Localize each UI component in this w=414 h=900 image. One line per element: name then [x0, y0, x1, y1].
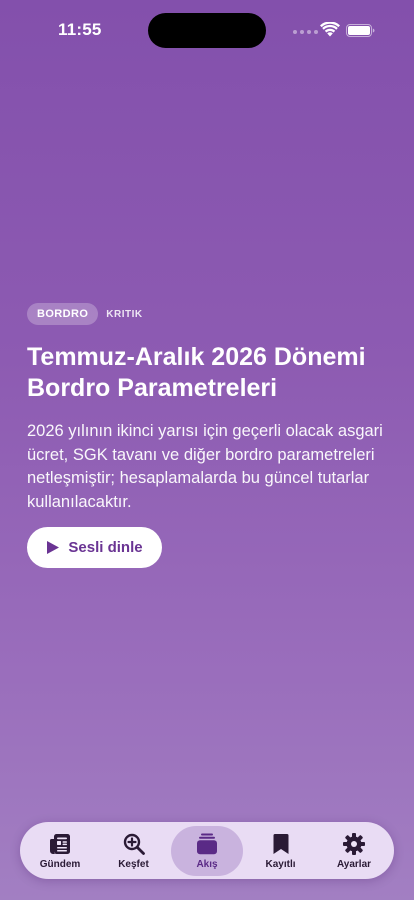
- tab-kesfet[interactable]: Keşfet: [98, 826, 170, 876]
- article-title: Temmuz-Aralık 2026 Dönemi Bordro Paramet…: [27, 343, 366, 402]
- tab-bar: Gündem Keşfet Akış Kayıtlı Ayarlar: [20, 822, 394, 879]
- dynamic-island: [148, 13, 266, 48]
- status-time: 11:55: [58, 20, 102, 39]
- tab-label: Kayıtlı: [265, 858, 296, 870]
- tab-label: Gündem: [39, 858, 81, 870]
- tab-label: Akış: [196, 858, 218, 870]
- tab-label: Keşfet: [118, 858, 149, 870]
- battery-icon: [346, 24, 375, 37]
- newspaper-icon: [50, 833, 70, 854]
- category-badge[interactable]: BORDRO: [27, 303, 99, 325]
- tab-kayitli[interactable]: Kayıtlı: [245, 826, 317, 876]
- gear-icon: [343, 832, 365, 855]
- priority-label: KRITIK: [106, 308, 143, 320]
- status-bar: 11:55: [0, 0, 414, 60]
- tag-row: BORDRO KRITIK: [27, 303, 143, 325]
- wifi-icon: [320, 22, 340, 37]
- listen-button-label: Sesli dinle: [68, 539, 143, 556]
- bookmark-icon: [273, 833, 288, 854]
- article-summary: 2026 yılının ikinci yarısı için geçerli …: [27, 422, 383, 511]
- magnify-plus-icon: [123, 833, 145, 855]
- play-icon: [47, 541, 60, 554]
- signal-dots-icon: [293, 30, 318, 34]
- tab-label: Ayarlar: [336, 858, 372, 870]
- tab-gundem[interactable]: Gündem: [24, 826, 96, 876]
- listen-button[interactable]: Sesli dinle: [27, 527, 162, 568]
- tab-akis[interactable]: Akış: [171, 825, 243, 876]
- tab-ayarlar[interactable]: Ayarlar: [318, 826, 390, 876]
- stack-icon: [197, 833, 217, 854]
